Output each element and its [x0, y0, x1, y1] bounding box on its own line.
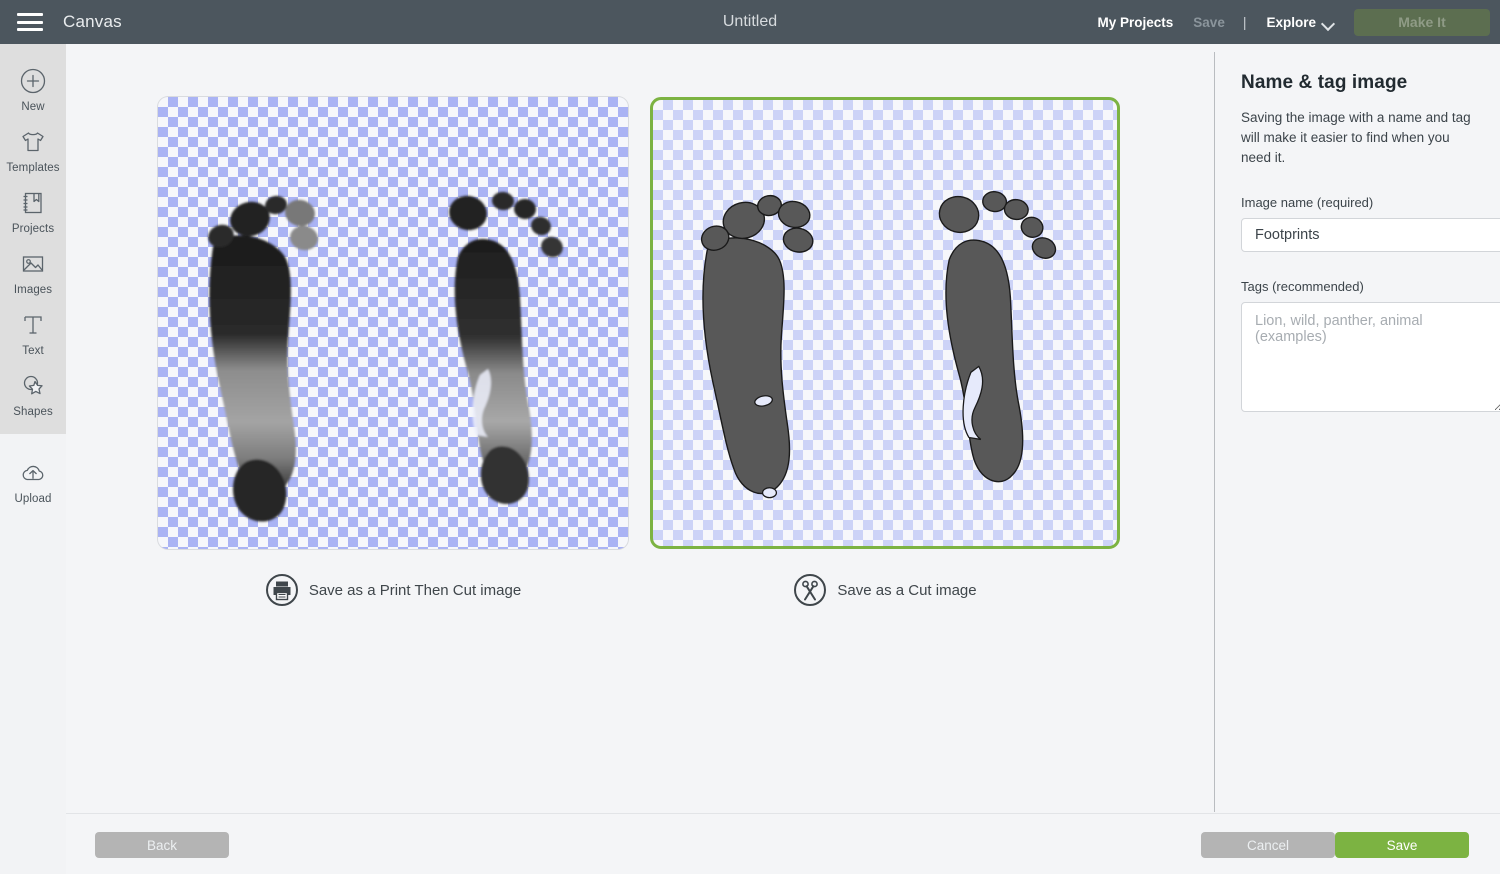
top-bar: Canvas Untitled My Projects Save | Explo…: [0, 0, 1500, 44]
tags-label: Tags (recommended): [1241, 279, 1364, 294]
text-t-icon: [24, 316, 42, 334]
sidebar-primary-group: New Templates Projects Images Text Shape…: [0, 44, 66, 434]
save-button[interactable]: Save: [1335, 832, 1469, 858]
app-root: Canvas Untitled My Projects Save | Explo…: [0, 0, 1500, 874]
make-it-button[interactable]: Make It: [1354, 8, 1490, 36]
sidebar-item-label: Upload: [14, 493, 52, 505]
bottom-bar: Back Cancel Save: [66, 814, 1500, 874]
sidebar-item-projects[interactable]: Projects: [0, 180, 66, 241]
topbar-save-link[interactable]: Save: [1183, 15, 1235, 30]
my-projects-link[interactable]: My Projects: [1088, 15, 1184, 30]
topbar-separator: |: [1242, 14, 1247, 30]
main-canvas-area: Save as a Print Then Cut image Save as a…: [66, 44, 1215, 813]
sidebar-upload-group: Upload: [0, 434, 66, 527]
sidebar-item-images[interactable]: Images: [0, 241, 66, 302]
sidebar-item-label: Templates: [6, 162, 60, 174]
option-print-then-cut: Save as a Print Then Cut image: [158, 97, 628, 607]
explore-menu[interactable]: Explore: [1254, 15, 1340, 30]
chevron-down-icon: [1323, 19, 1334, 25]
panel-title: Name & tag image: [1241, 72, 1408, 93]
preview-print-then-cut[interactable]: [158, 97, 628, 549]
option-cut: Save as a Cut image: [650, 97, 1120, 607]
shapes-star-icon: [23, 375, 43, 395]
printer-circle-icon: [265, 574, 298, 606]
sidebar-item-templates[interactable]: Templates: [0, 119, 66, 180]
option-label-text: Save as a Cut image: [837, 581, 977, 599]
sidebar-item-upload[interactable]: Upload: [0, 450, 66, 511]
footprints-silhouette-preview: [700, 191, 1057, 499]
sidebar-item-label: Images: [13, 284, 53, 296]
option-label-print-then-cut[interactable]: Save as a Print Then Cut image: [158, 573, 628, 607]
panel-description: Saving the image with a name and tag wil…: [1241, 110, 1471, 165]
explore-label: Explore: [1266, 14, 1316, 30]
option-label-cut[interactable]: Save as a Cut image: [650, 573, 1120, 607]
book-bookmark-icon: [23, 192, 42, 214]
scissors-circle-icon: [794, 574, 827, 606]
sidebar-item-shapes[interactable]: Shapes: [0, 363, 66, 424]
preview-options: Save as a Print Then Cut image Save as a…: [66, 44, 1215, 624]
back-button[interactable]: Back: [95, 832, 229, 858]
cancel-button[interactable]: Cancel: [1201, 832, 1335, 858]
option-label-text: Save as a Print Then Cut image: [308, 581, 522, 599]
image-name-field[interactable]: [1241, 218, 1500, 252]
name-and-tag-panel: Name & tag image Saving the image with a…: [1215, 44, 1500, 813]
sidebar-item-label: New: [21, 101, 45, 113]
picture-icon: [22, 256, 44, 272]
footprints-photo-preview: [208, 191, 563, 522]
sidebar-item-label: Projects: [11, 223, 55, 235]
top-bar-actions: My Projects Save | Explore Make It: [1088, 8, 1500, 36]
sidebar-item-new[interactable]: New: [0, 58, 66, 119]
left-sidebar: New Templates Projects Images Text Shape…: [0, 44, 66, 874]
app-title: Canvas: [63, 12, 122, 31]
hamburger-icon[interactable]: [17, 13, 43, 31]
preview-cut[interactable]: [650, 97, 1120, 549]
tshirt-icon: [22, 132, 44, 152]
sidebar-item-label: Text: [22, 345, 44, 357]
tags-field[interactable]: [1241, 302, 1500, 412]
sidebar-item-label: Shapes: [13, 406, 53, 418]
sidebar-item-text[interactable]: Text: [0, 302, 66, 363]
plus-circle-icon: [20, 68, 46, 94]
cloud-upload-icon: [22, 465, 44, 481]
image-name-label: Image name (required): [1241, 195, 1374, 210]
